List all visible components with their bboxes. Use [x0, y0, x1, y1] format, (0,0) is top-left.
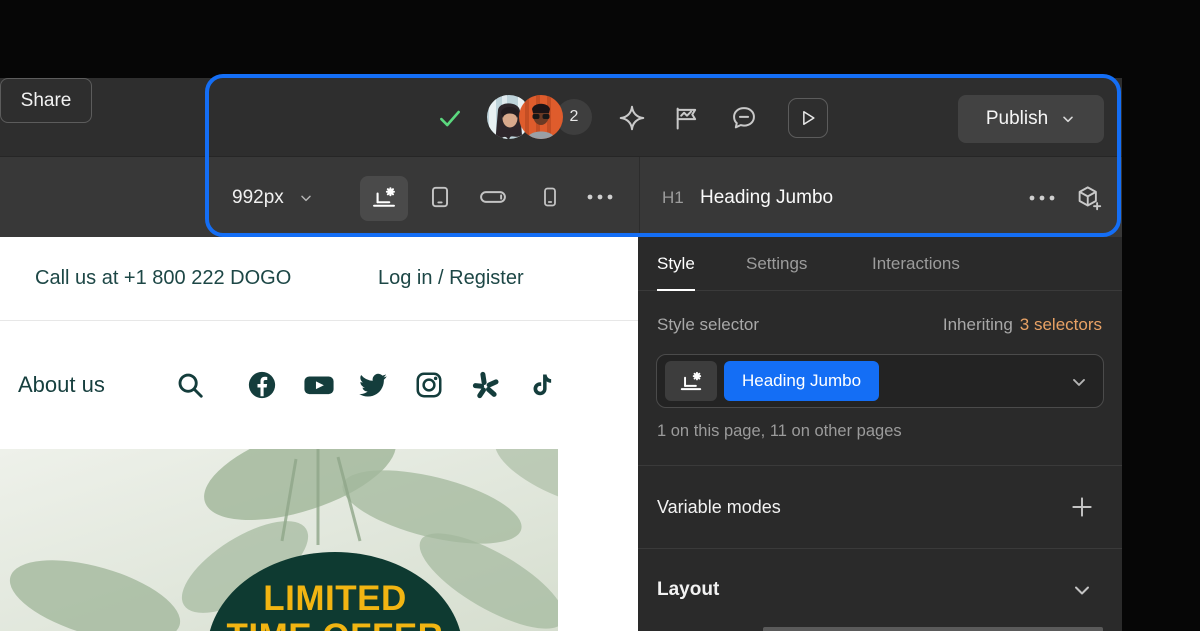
site-canvas: Call us at +1 800 222 DOGO Log in / Regi…: [0, 237, 638, 631]
collaborator-avatar[interactable]: [519, 95, 563, 139]
canvas-toolbar: 992px H1 Heading Jumbo: [0, 156, 1122, 237]
inheriting-selectors-link[interactable]: 3 selectors: [1020, 315, 1102, 335]
inheriting-text: Inheriting: [943, 315, 1013, 335]
badge-line-2: TIME OFFER: [227, 618, 444, 631]
webflow-designer: 2 Share Publish 992px: [0, 0, 1200, 631]
search-icon[interactable]: [175, 370, 205, 400]
comments-icon[interactable]: [730, 104, 758, 132]
selected-class-pill[interactable]: Heading Jumbo: [724, 361, 879, 401]
site-utility-bar: Call us at +1 800 222 DOGO Log in / Regi…: [0, 237, 638, 320]
breakpoint-width-value: 992px: [232, 187, 284, 209]
breakpoint-width-select[interactable]: 992px: [232, 157, 314, 238]
inheriting-info: Inheriting 3 selectors: [943, 307, 1102, 343]
hero-image: LIMITED TIME OFFER: [0, 449, 558, 631]
badge-line-1: LIMITED: [263, 580, 406, 618]
tiktok-icon[interactable]: [525, 370, 555, 400]
ai-sparkle-icon[interactable]: [617, 103, 647, 133]
share-button[interactable]: Share: [0, 78, 92, 123]
preview-button[interactable]: [788, 98, 828, 138]
desktop-breakpoint-icon: [370, 183, 398, 211]
audit-flag-icon[interactable]: [673, 104, 701, 132]
site-phone-link[interactable]: Call us at +1 800 222 DOGO: [35, 237, 291, 320]
breakpoint-phone-portrait-button[interactable]: [537, 184, 563, 210]
element-settings-icon[interactable]: [1028, 193, 1056, 203]
breakpoint-phone-landscape-button[interactable]: [480, 184, 506, 210]
facebook-icon[interactable]: [247, 370, 277, 400]
layout-control-peek: [763, 627, 1103, 631]
site-nav-bar: About us: [0, 321, 638, 449]
breakpoint-indicator-chip: [665, 361, 717, 401]
tab-settings[interactable]: Settings: [746, 237, 807, 291]
variable-modes-label: Variable modes: [657, 466, 781, 548]
breakpoint-desktop-active-button[interactable]: [360, 176, 408, 221]
style-selector-label: Style selector: [657, 307, 759, 343]
chevron-down-icon: [298, 190, 314, 206]
layout-section-label: Layout: [657, 549, 719, 631]
style-panel: Style Settings Interactions Style select…: [638, 237, 1122, 631]
create-component-icon[interactable]: [1074, 183, 1104, 213]
more-breakpoints-icon[interactable]: [586, 190, 614, 204]
instagram-icon[interactable]: [414, 370, 444, 400]
tab-interactions[interactable]: Interactions: [872, 237, 960, 291]
chevron-down-icon: [1060, 111, 1076, 127]
site-about-link[interactable]: About us: [18, 321, 105, 449]
yelp-icon[interactable]: [471, 370, 501, 400]
publish-button[interactable]: Publish: [958, 95, 1104, 143]
selected-element-tag: H1: [662, 157, 684, 238]
site-login-link[interactable]: Log in / Register: [378, 237, 524, 320]
youtube-icon[interactable]: [302, 370, 332, 400]
collapse-layout-icon[interactable]: [1068, 576, 1096, 604]
publish-label: Publish: [986, 108, 1048, 130]
chevron-down-icon[interactable]: [1069, 372, 1089, 392]
breakpoint-tablet-button[interactable]: [427, 184, 453, 210]
tab-style[interactable]: Style: [657, 237, 695, 291]
top-toolbar: 2 Share Publish: [0, 78, 1122, 156]
class-usage-text: 1 on this page, 11 on other pages: [657, 422, 902, 441]
selected-element-name[interactable]: Heading Jumbo: [700, 157, 833, 238]
twitter-icon[interactable]: [357, 370, 387, 400]
style-selector-field[interactable]: Heading Jumbo: [656, 354, 1104, 408]
variable-modes-section: Variable modes: [638, 466, 1122, 548]
desktop-breakpoint-icon: [678, 368, 704, 394]
saved-check-icon: [437, 105, 463, 131]
panel-tabs: Style Settings Interactions: [638, 237, 1122, 291]
toolbar-divider: [639, 157, 640, 238]
style-selector-header: Style selector Inheriting 3 selectors: [638, 307, 1122, 343]
layout-section: Layout: [638, 549, 1122, 631]
add-variable-mode-icon[interactable]: [1068, 493, 1096, 521]
